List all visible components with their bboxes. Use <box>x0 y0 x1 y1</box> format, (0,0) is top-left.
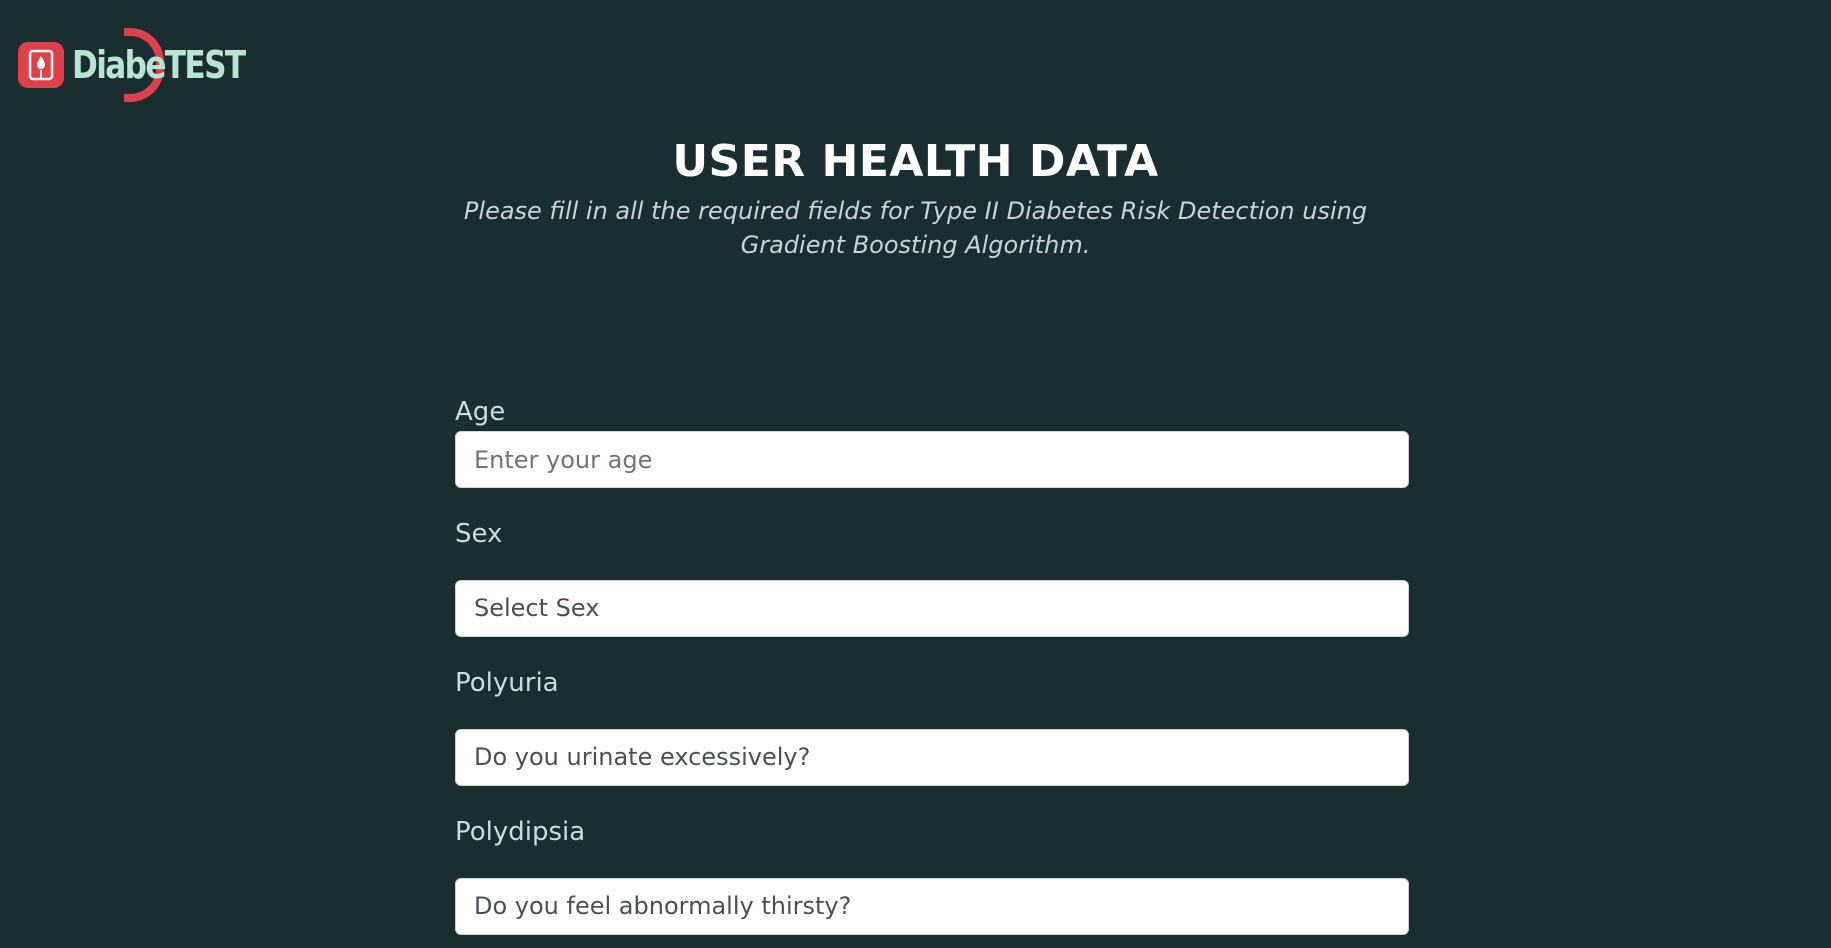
brand-logo[interactable]: DiabeTEST <box>18 28 246 106</box>
polydipsia-field-group: Polydipsia Do you feel abnormally thirst… <box>455 816 1409 935</box>
sex-select-value: Select Sex <box>474 594 600 622</box>
page-title: USER HEALTH DATA <box>672 136 1159 187</box>
polydipsia-select[interactable]: Do you feel abnormally thirsty? <box>455 878 1409 935</box>
sex-label: Sex <box>455 519 503 549</box>
sex-select[interactable]: Select Sex <box>455 580 1409 637</box>
polyuria-select-value: Do you urinate excessively? <box>474 743 811 771</box>
polyuria-select[interactable]: Do you urinate excessively? <box>455 729 1409 786</box>
page-subtitle: Please fill in all the required fields f… <box>463 197 1368 259</box>
polydipsia-select-value: Do you feel abnormally thirsty? <box>474 892 852 920</box>
age-input[interactable] <box>455 431 1409 488</box>
age-field-group: Age <box>455 396 1409 488</box>
polyuria-field-group: Polyuria Do you urinate excessively? <box>455 667 1409 786</box>
age-label: Age <box>455 397 506 427</box>
page-header: USER HEALTH DATA Please fill in all the … <box>0 134 1831 262</box>
brand-name: DiabeTEST <box>72 43 246 87</box>
polyuria-label: Polyuria <box>455 668 559 698</box>
sex-field-group: Sex Select Sex <box>455 518 1409 637</box>
polydipsia-label: Polydipsia <box>455 817 586 847</box>
glucometer-icon <box>18 42 64 88</box>
